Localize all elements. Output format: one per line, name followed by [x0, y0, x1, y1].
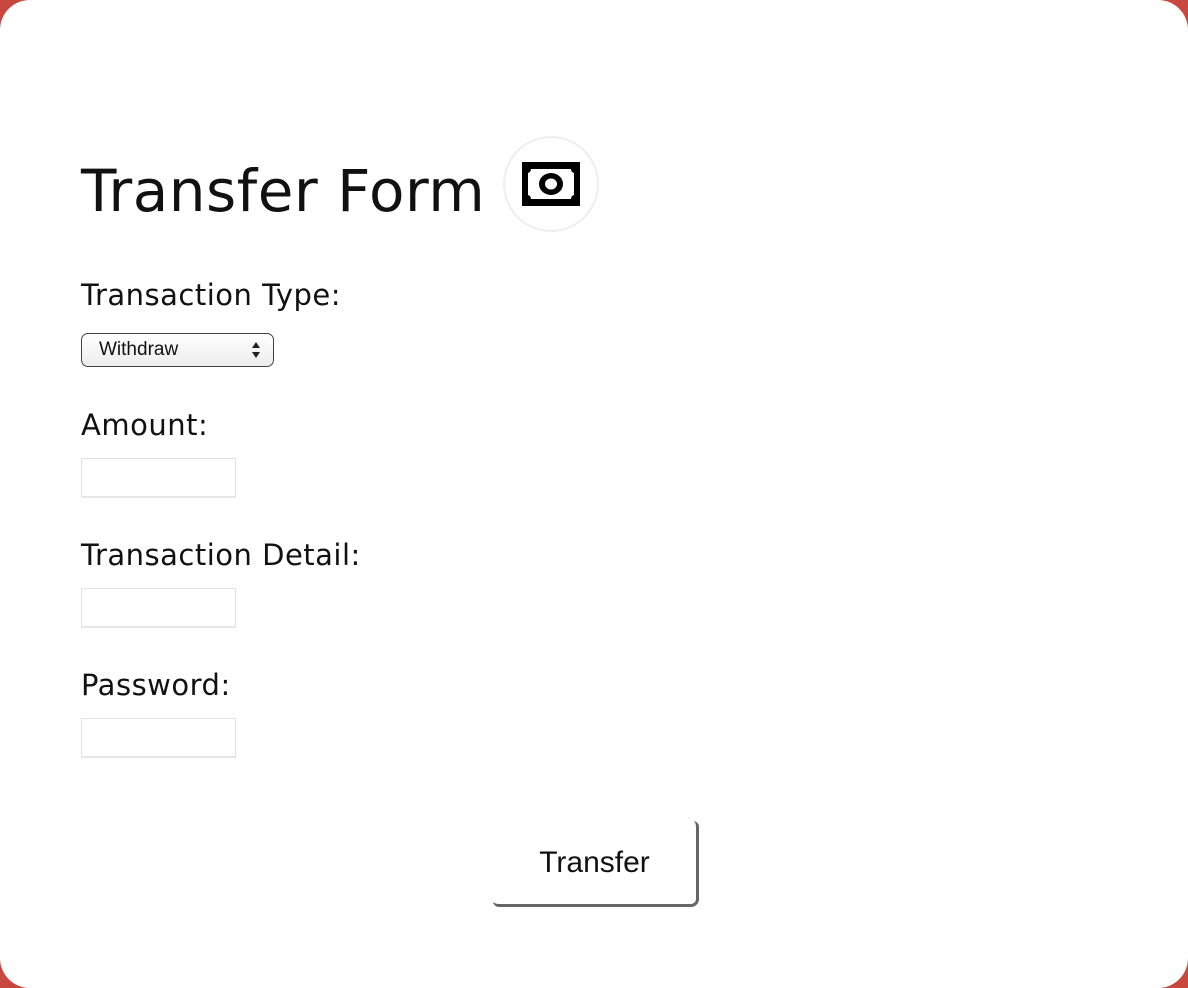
money-bill-icon — [503, 136, 600, 232]
amount-input[interactable] — [81, 458, 236, 498]
transfer-form-card: Transfer Form Transaction Type: Withdraw… — [0, 0, 1188, 988]
password-input[interactable] — [81, 718, 236, 758]
amount-label: Amount: — [81, 408, 209, 442]
title-row: Transfer Form — [81, 134, 600, 234]
select-arrows-icon — [252, 342, 260, 358]
transaction-type-select[interactable]: Withdraw — [81, 333, 274, 367]
transaction-type-selected-value: Withdraw — [99, 339, 179, 360]
page-title: Transfer Form — [81, 157, 486, 225]
money-bill-icon-graphic — [522, 162, 581, 206]
password-label: Password: — [81, 668, 231, 702]
transaction-type-label: Transaction Type: — [81, 278, 341, 312]
transfer-button[interactable]: Transfer — [493, 821, 699, 907]
transaction-detail-input[interactable] — [81, 588, 236, 628]
transaction-detail-label: Transaction Detail: — [81, 538, 361, 572]
